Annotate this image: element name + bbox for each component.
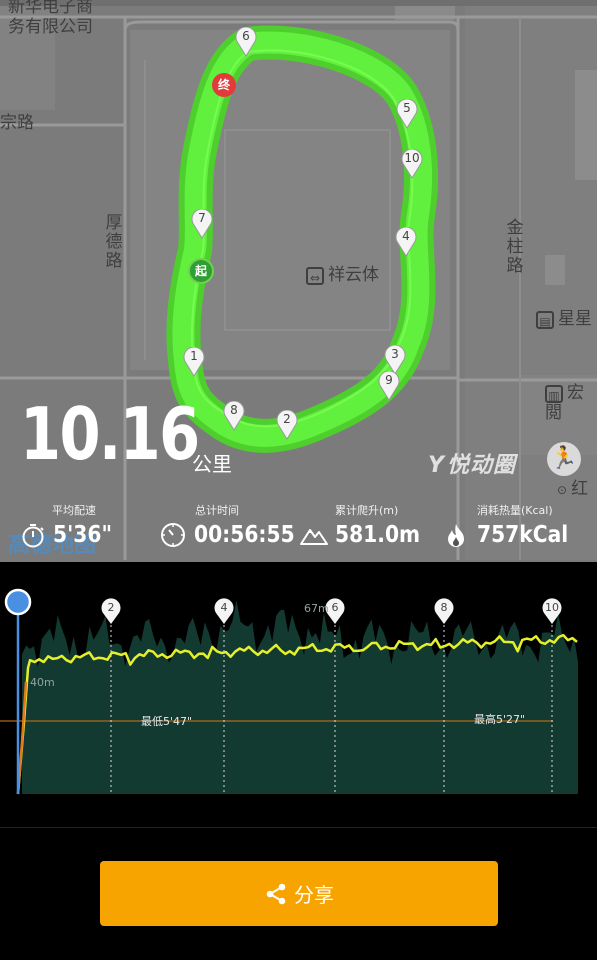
map-label-road-houde: 厚德路 <box>101 213 122 270</box>
km-marker-label: 3 <box>391 347 399 361</box>
stat-total-time-caption: 总计时间 <box>195 504 239 517</box>
building-icon: ▥ <box>545 385 563 403</box>
map-poi-xingxing: ▤ 星星 <box>536 309 592 330</box>
elevation-area <box>22 600 578 794</box>
chart-km-label-8: 8 <box>441 601 448 614</box>
stopwatch-icon <box>22 524 44 548</box>
km-marker-4[interactable]: 4 <box>395 227 417 257</box>
km-marker-label: 5 <box>403 101 411 115</box>
min-pace-label: 最低5'47" <box>141 715 193 728</box>
brand-name: Y悦动圈 <box>428 447 516 479</box>
stat-calories-value: 757kCal <box>477 522 569 548</box>
km-marker-label: 4 <box>402 229 410 243</box>
map-label-company-line2: 务有限公司 <box>8 16 93 37</box>
map-poi-xiangyun-label: 祥云体 <box>328 265 379 285</box>
stat-ascent-caption: 累计爬升(m) <box>335 504 399 517</box>
chart-km-label-6: 6 <box>332 601 339 614</box>
chart-canvas: 2 4 6 8 10 <box>0 588 578 795</box>
pace-elevation-chart[interactable]: 2 4 6 8 10 67m 40m 最低5'47" 最高5'27" <box>0 562 597 827</box>
mountain-icon <box>300 529 328 545</box>
km-marker-label: 8 <box>230 403 238 417</box>
map-poi-xingxing-label: 星星 <box>558 309 592 329</box>
share-label: 分享 <box>294 883 334 907</box>
distance-unit: 公里 <box>192 452 232 476</box>
chart-km-label-10: 10 <box>545 601 559 614</box>
km-marker-2[interactable]: 2 <box>276 410 298 440</box>
map-poi-hong-label: 红 <box>571 479 589 499</box>
chart-km-label-2: 2 <box>108 601 115 614</box>
clock-icon <box>161 523 185 547</box>
total-distance: 10.16 <box>20 392 200 476</box>
stat-ascent-value: 581.0m <box>335 522 421 548</box>
km-marker-label: 6 <box>242 29 250 43</box>
route-map[interactable]: 新华电子商 务有限公司 宗路 厚德路 金柱路 ⇔ 祥云体 ▤ 星星 ▥ 宏閲 ⊙ 红 1… <box>0 0 597 562</box>
end-marker-label: 终 <box>217 78 230 92</box>
max-pace-label: 最高5'27" <box>474 713 526 726</box>
start-marker[interactable]: 起 <box>190 260 212 282</box>
stat-total-time-value: 00:56:55 <box>194 522 295 548</box>
km-marker-6[interactable]: 6 <box>235 27 257 57</box>
map-label-company-line1: 新华电子商 <box>8 0 93 17</box>
brand-name-text: 悦动圈 <box>446 453 516 478</box>
brand-y-icon: Y <box>428 453 445 478</box>
km-marker-label: 7 <box>198 211 206 225</box>
building-icon: ▤ <box>536 311 554 329</box>
start-marker-label: 起 <box>194 264 207 278</box>
stat-calories-caption: 消耗热量(Kcal) <box>477 504 553 517</box>
map-poi-hong: ⊙ 红 <box>557 479 589 500</box>
share-icon <box>264 882 288 906</box>
elev-bottom-label: 40m <box>30 676 55 689</box>
run-summary-screen: 新华电子商 务有限公司 宗路 厚德路 金柱路 ⇔ 祥云体 ▤ 星星 ▥ 宏閲 ⊙ 红 1… <box>0 0 597 960</box>
km-marker-5[interactable]: 5 <box>396 99 418 129</box>
map-poi-xiangyun: ⇔ 祥云体 <box>306 265 379 286</box>
km-marker-label: 1 <box>190 349 198 363</box>
divider <box>0 827 597 828</box>
km-marker-label: 2 <box>283 412 291 426</box>
runner-logo-icon: 🏃 <box>547 442 581 476</box>
poi-dot-icon: ⊙ <box>557 483 568 497</box>
flame-icon <box>448 524 464 547</box>
map-label-road-jinzhu: 金柱路 <box>502 218 523 275</box>
share-button[interactable]: 分享 <box>100 861 498 926</box>
km-marker-7[interactable]: 7 <box>191 209 213 239</box>
km-marker-label: 9 <box>385 373 393 387</box>
end-marker[interactable]: 终 <box>212 73 236 97</box>
km-marker-label: 10 <box>404 151 420 165</box>
km-marker-10[interactable]: 10 <box>401 149 423 179</box>
map-label-road-left: 宗路 <box>0 113 34 133</box>
elev-top-label: 67m <box>304 602 329 615</box>
map-label-company: 新华电子商 务有限公司 <box>8 0 93 37</box>
km-marker-1[interactable]: 1 <box>183 347 205 377</box>
km-marker-9[interactable]: 9 <box>378 371 400 401</box>
stadium-icon: ⇔ <box>306 267 324 285</box>
km-marker-8[interactable]: 8 <box>223 401 245 431</box>
stat-avg-pace-caption: 平均配速 <box>52 504 96 517</box>
timeline-handle[interactable] <box>4 588 32 616</box>
chart-km-label-4: 4 <box>221 601 228 614</box>
stat-avg-pace-value: 5'36" <box>53 522 113 548</box>
map-poi-hongcheng: ▥ 宏閲 <box>545 383 597 423</box>
